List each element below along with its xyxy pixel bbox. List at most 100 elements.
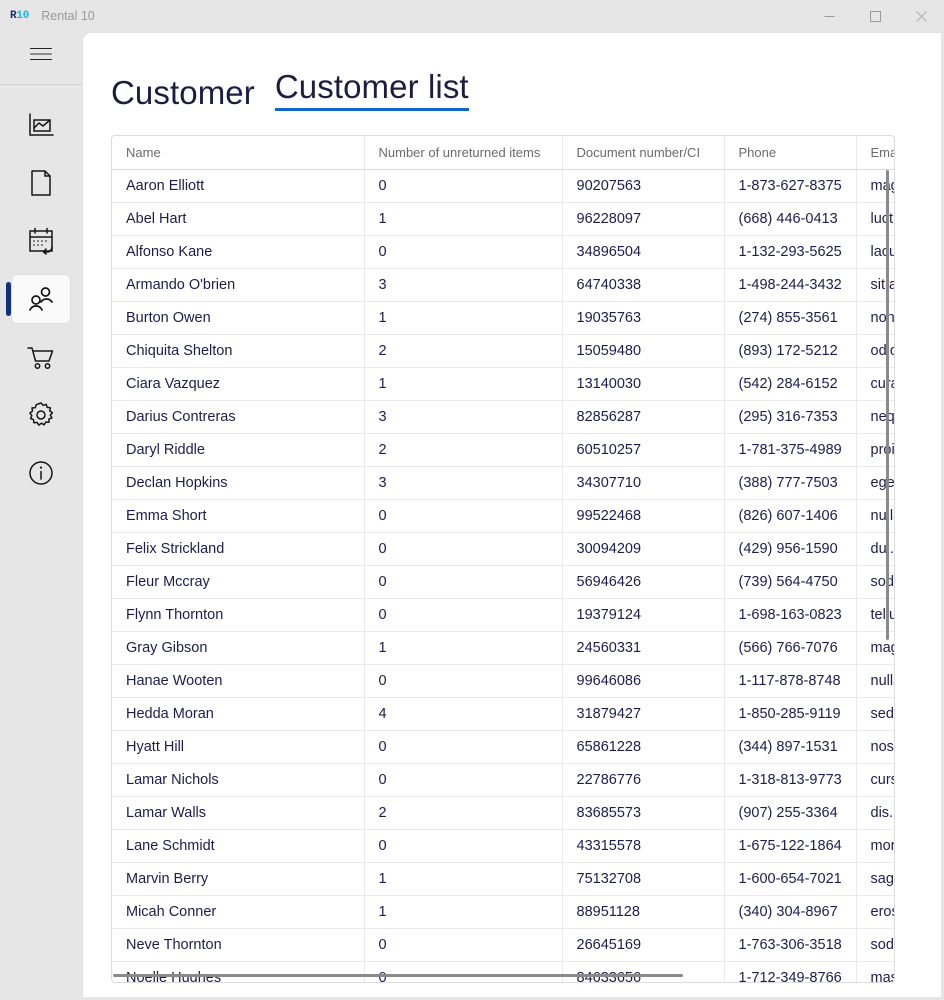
cell-phone-number: (893) 172-5212: [724, 334, 856, 367]
cell-customer-name: Lane Schmidt: [112, 829, 364, 862]
cell-document-number: 22786776: [562, 763, 724, 796]
cell-document-number: 34896504: [562, 235, 724, 268]
sidebar-item-dashboard[interactable]: [12, 101, 70, 149]
table-body: Aaron Elliott0902075631-873-627-8375magn…: [112, 169, 895, 983]
cell-phone-number: 1-132-293-5625: [724, 235, 856, 268]
table-row[interactable]: Neve Thornton0266451691-763-306-3518soda…: [112, 928, 895, 961]
page-header: Customer Customer list: [83, 33, 941, 111]
cell-unreturned-count: 0: [364, 730, 562, 763]
cell-phone-number: (429) 956-1590: [724, 532, 856, 565]
column-header-email[interactable]: Email: [856, 136, 895, 169]
minimize-button[interactable]: [806, 0, 852, 32]
table-vertical-scrollbar[interactable]: [883, 170, 893, 971]
table-row[interactable]: Abel Hart196228097(668) 446-0413luctus.c…: [112, 202, 895, 235]
table-header: Name Number of unreturned items Document…: [112, 136, 895, 169]
table-horizontal-scrollbar[interactable]: [113, 971, 883, 981]
sidebar-nav: [0, 101, 82, 497]
close-button[interactable]: [898, 0, 944, 32]
table-row[interactable]: Burton Owen119035763(274) 855-3561non.en…: [112, 301, 895, 334]
cell-phone-number: 1-850-285-9119: [724, 697, 856, 730]
hamburger-menu-button[interactable]: [17, 34, 65, 74]
cell-document-number: 31879427: [562, 697, 724, 730]
cell-customer-name: Lamar Walls: [112, 796, 364, 829]
cell-customer-name: Emma Short: [112, 499, 364, 532]
cell-document-number: 90207563: [562, 169, 724, 202]
cell-phone-number: (739) 564-4750: [724, 565, 856, 598]
people-icon: [26, 284, 56, 314]
sidebar: [0, 32, 82, 1000]
cell-document-number: 99646086: [562, 664, 724, 697]
table-row[interactable]: Armando O'brien3647403381-498-244-3432si…: [112, 268, 895, 301]
page-title: Customer: [111, 75, 255, 111]
table-row[interactable]: Lane Schmidt0433155781-675-122-1864morbi…: [112, 829, 895, 862]
table-row[interactable]: Hedda Moran4318794271-850-285-9119sed.au…: [112, 697, 895, 730]
maximize-button[interactable]: [852, 0, 898, 32]
cell-document-number: 75132708: [562, 862, 724, 895]
table-row[interactable]: Hanae Wooten0996460861-117-878-8748nulla…: [112, 664, 895, 697]
cell-customer-name: Gray Gibson: [112, 631, 364, 664]
cell-phone-number: (907) 255-3364: [724, 796, 856, 829]
cell-phone-number: (566) 766-7076: [724, 631, 856, 664]
cell-customer-name: Lamar Nichols: [112, 763, 364, 796]
table-row[interactable]: Flynn Thornton0193791241-698-163-0823tel…: [112, 598, 895, 631]
cell-phone-number: (668) 446-0413: [724, 202, 856, 235]
column-header-name[interactable]: Name: [112, 136, 364, 169]
title-bar: R10 Rental 10: [0, 0, 944, 32]
cell-unreturned-count: 1: [364, 202, 562, 235]
cell-document-number: 19035763: [562, 301, 724, 334]
cell-unreturned-count: 2: [364, 796, 562, 829]
table-row[interactable]: Alfonso Kane0348965041-132-293-5625lacus…: [112, 235, 895, 268]
tab-customer-list[interactable]: Customer list: [275, 69, 469, 111]
table-row[interactable]: Declan Hopkins334307710(388) 777-7503ege…: [112, 466, 895, 499]
sidebar-item-settings[interactable]: [12, 391, 70, 439]
sidebar-item-documents[interactable]: [12, 159, 70, 207]
cell-phone-number: (542) 284-6152: [724, 367, 856, 400]
column-header-document[interactable]: Document number/CI: [562, 136, 724, 169]
cell-customer-name: Fleur Mccray: [112, 565, 364, 598]
horizontal-scroll-thumb[interactable]: [113, 974, 683, 977]
cell-phone-number: 1-763-306-3518: [724, 928, 856, 961]
cell-phone-number: 1-318-813-9773: [724, 763, 856, 796]
cell-unreturned-count: 0: [364, 664, 562, 697]
logo-number: 10: [16, 10, 29, 22]
table-row[interactable]: Felix Strickland030094209(429) 956-1590d…: [112, 532, 895, 565]
table-row[interactable]: Micah Conner188951128(340) 304-8967eros.…: [112, 895, 895, 928]
cell-unreturned-count: 3: [364, 466, 562, 499]
cell-customer-name: Flynn Thornton: [112, 598, 364, 631]
cell-unreturned-count: 0: [364, 532, 562, 565]
cell-customer-name: Darius Contreras: [112, 400, 364, 433]
cell-phone-number: 1-698-163-0823: [724, 598, 856, 631]
cell-phone-number: (340) 304-8967: [724, 895, 856, 928]
cell-document-number: 88951128: [562, 895, 724, 928]
sidebar-item-customers[interactable]: [12, 275, 70, 323]
table-row[interactable]: Marvin Berry1751327081-600-654-7021sagit…: [112, 862, 895, 895]
sidebar-item-rentals[interactable]: [12, 333, 70, 381]
column-header-phone[interactable]: Phone: [724, 136, 856, 169]
table-row[interactable]: Aaron Elliott0902075631-873-627-8375magn…: [112, 169, 895, 202]
cart-icon: [26, 342, 56, 372]
cell-phone-number: (295) 316-7353: [724, 400, 856, 433]
table-row[interactable]: Hyatt Hill065861228(344) 897-1531nostra.…: [112, 730, 895, 763]
cell-unreturned-count: 1: [364, 631, 562, 664]
sidebar-item-returns[interactable]: [12, 217, 70, 265]
column-header-unreturned[interactable]: Number of unreturned items: [364, 136, 562, 169]
table-row[interactable]: Ciara Vazquez113140030(542) 284-6152cura…: [112, 367, 895, 400]
table-row[interactable]: Lamar Walls283685573(907) 255-3364dis.pa…: [112, 796, 895, 829]
table-row[interactable]: Fleur Mccray056946426(739) 564-4750sodal…: [112, 565, 895, 598]
app-title: Rental 10: [41, 9, 95, 23]
table-row[interactable]: Emma Short099522468(826) 607-1406nulla.f…: [112, 499, 895, 532]
cell-unreturned-count: 1: [364, 301, 562, 334]
table-row[interactable]: Gray Gibson124560331(566) 766-7076magna.…: [112, 631, 895, 664]
sidebar-divider: [0, 84, 82, 85]
cell-phone-number: (344) 897-1531: [724, 730, 856, 763]
cell-unreturned-count: 0: [364, 235, 562, 268]
table-row[interactable]: Darius Contreras382856287(295) 316-7353n…: [112, 400, 895, 433]
table-row[interactable]: Chiquita Shelton215059480(893) 172-5212o…: [112, 334, 895, 367]
table-row[interactable]: Daryl Riddle2605102571-781-375-4989proin…: [112, 433, 895, 466]
window-body: Customer Customer list Name Number of un…: [0, 32, 944, 1000]
cell-unreturned-count: 3: [364, 400, 562, 433]
vertical-scroll-thumb[interactable]: [886, 170, 889, 640]
sidebar-item-about[interactable]: [12, 449, 70, 497]
cell-customer-name: Aaron Elliott: [112, 169, 364, 202]
table-row[interactable]: Lamar Nichols0227867761-318-813-9773curs…: [112, 763, 895, 796]
